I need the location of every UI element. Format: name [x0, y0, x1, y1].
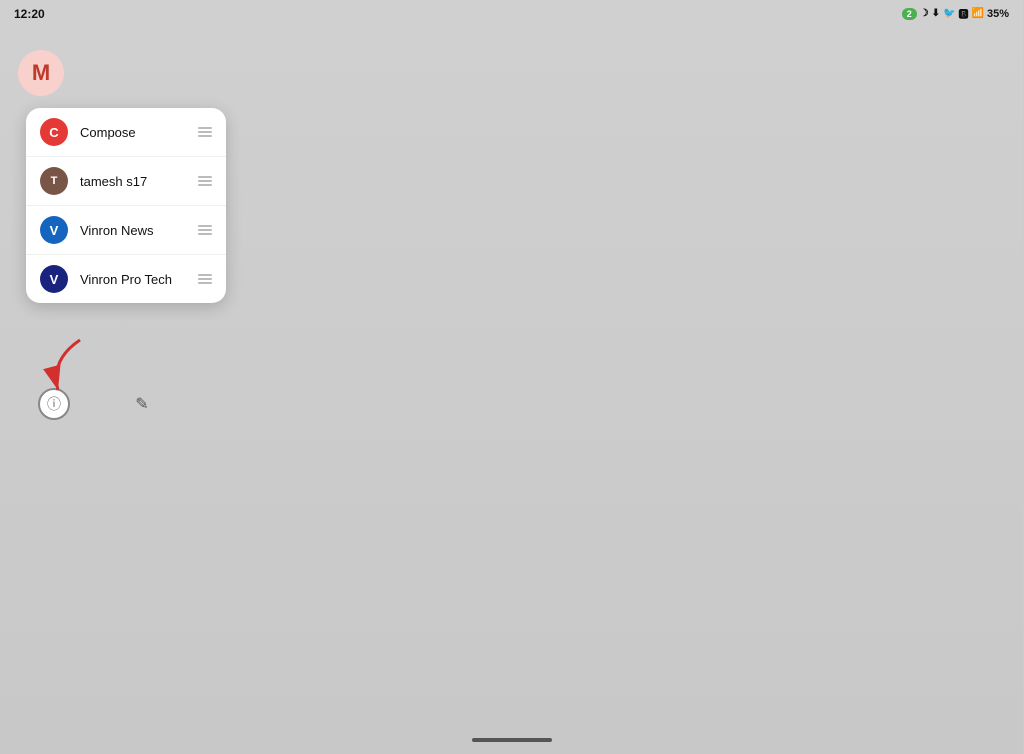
compose-icon: C: [40, 118, 68, 146]
list-item[interactable]: V Vinron Pro Tech: [26, 255, 226, 303]
vinronnews-icon: V: [40, 216, 68, 244]
battery-badge-1: 2: [902, 8, 917, 20]
status-bar-panel1: 12:20 2 ☽ ⬇ 🐦 🅱 📶 35%: [0, 0, 1023, 25]
vinronprotech-icon: V: [40, 265, 68, 293]
drag-handle: [198, 274, 212, 284]
app-edit-button[interactable]: ✎: [126, 388, 158, 420]
app-action-buttons: ⓘ ✎: [38, 388, 158, 420]
panel-recent-apps: 12:20 2 ☽ ⬇ 🐦 🅱 📶 35% M C Compose T tame…: [0, 0, 1024, 754]
recent-apps-card: C Compose T tamesh s17 V Vinron News V V…: [26, 108, 226, 303]
status-icons-panel1: 2 ☽ ⬇ 🐦 🅱 📶 35%: [902, 6, 1009, 21]
drag-handle: [198, 127, 212, 137]
compose-label: Compose: [80, 125, 186, 140]
time-panel1: 12:20: [14, 7, 45, 21]
tamesh-icon: T: [40, 167, 68, 195]
tamesh-label: tamesh s17: [80, 174, 186, 189]
list-item[interactable]: V Vinron News: [26, 206, 226, 255]
list-item[interactable]: T tamesh s17: [26, 157, 226, 206]
vinronprotech-label: Vinron Pro Tech: [80, 272, 186, 287]
list-item[interactable]: C Compose: [26, 108, 226, 157]
navigation-bar: [472, 738, 552, 742]
gmail-avatar: M: [18, 50, 64, 96]
app-info-button[interactable]: ⓘ: [38, 388, 70, 420]
drag-handle: [198, 176, 212, 186]
vinronnews-label: Vinron News: [80, 223, 186, 238]
battery-level-1: 35%: [987, 8, 1009, 20]
drag-handle: [198, 225, 212, 235]
